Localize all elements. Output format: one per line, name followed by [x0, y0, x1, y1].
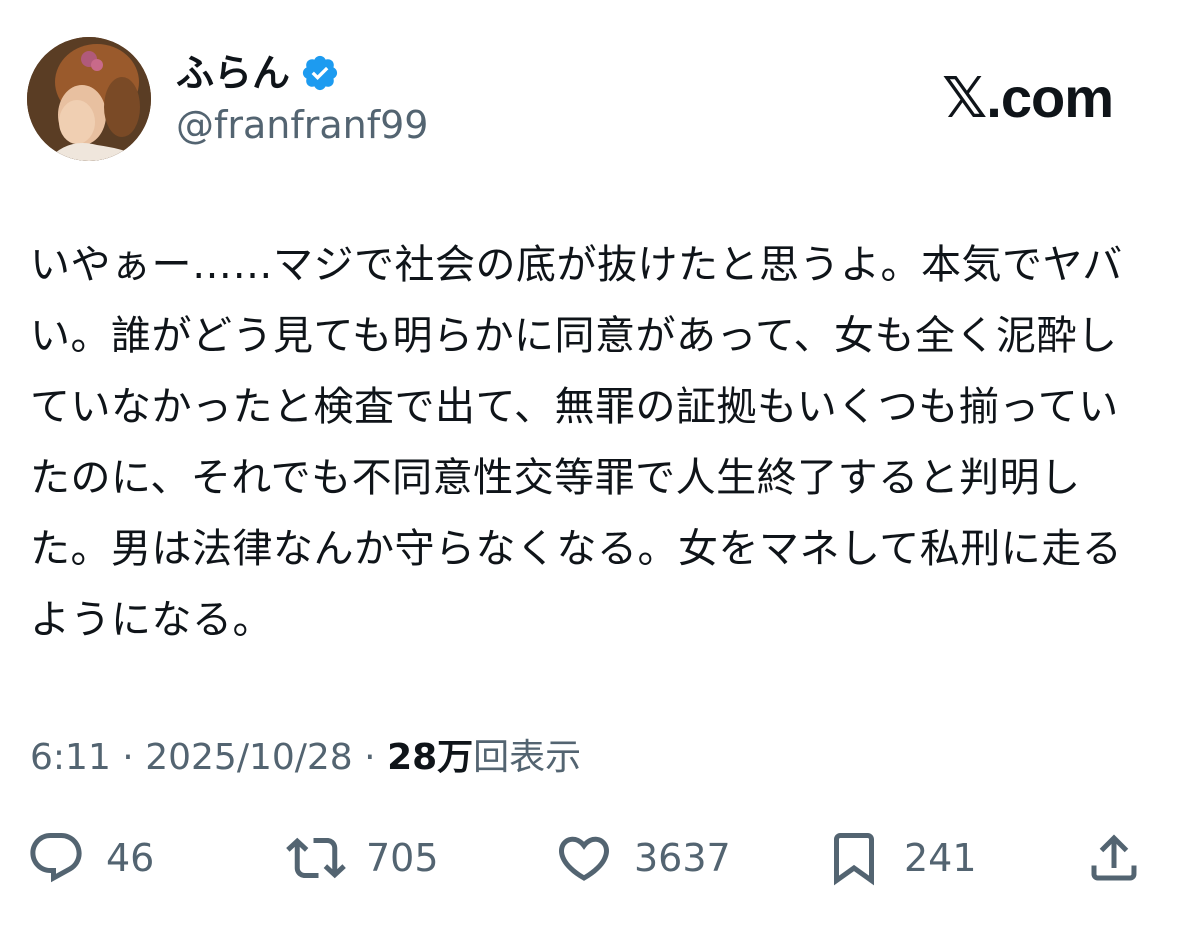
- reply-button[interactable]: 46: [26, 822, 154, 894]
- repost-count: 705: [366, 836, 439, 880]
- reply-icon: [30, 833, 82, 883]
- meta-separator: ·: [364, 737, 376, 778]
- verified-badge-icon: [300, 53, 340, 93]
- repost-button[interactable]: 705: [286, 822, 439, 894]
- tweet-date[interactable]: 2025/10/28: [145, 737, 353, 778]
- views-count: 28万: [387, 737, 474, 778]
- tweet-text: いやぁー……マジで社会の底が抜けたと思うよ。本気でヤバい。誰がどう見ても明らかに…: [30, 242, 1123, 643]
- reply-count: 46: [106, 836, 155, 880]
- share-button[interactable]: [1084, 822, 1144, 894]
- tweet-meta: 6:11 · 2025/10/28 · 28万回表示: [30, 733, 581, 783]
- avatar[interactable]: [27, 37, 151, 161]
- share-icon: [1091, 834, 1137, 881]
- like-button[interactable]: 3637: [554, 822, 731, 894]
- avatar-portrait-image: [27, 37, 151, 161]
- bookmark-button[interactable]: 241: [824, 822, 977, 894]
- tweet-time[interactable]: 6:11: [30, 737, 111, 778]
- display-name-text: ふらん: [176, 51, 291, 95]
- action-bar: 46 705 3637 241: [0, 822, 1179, 894]
- x-logo: 𝕏.com: [942, 66, 1114, 129]
- meta-separator: ·: [122, 737, 134, 778]
- bookmark-icon: [834, 833, 874, 886]
- like-count: 3637: [634, 836, 731, 880]
- heart-icon: [558, 836, 610, 881]
- views-label: 回表示: [473, 737, 582, 778]
- user-handle[interactable]: @franfranf99: [176, 100, 428, 150]
- bookmark-count: 241: [904, 836, 977, 880]
- repost-icon: [286, 837, 346, 879]
- display-name[interactable]: ふらん: [176, 48, 340, 98]
